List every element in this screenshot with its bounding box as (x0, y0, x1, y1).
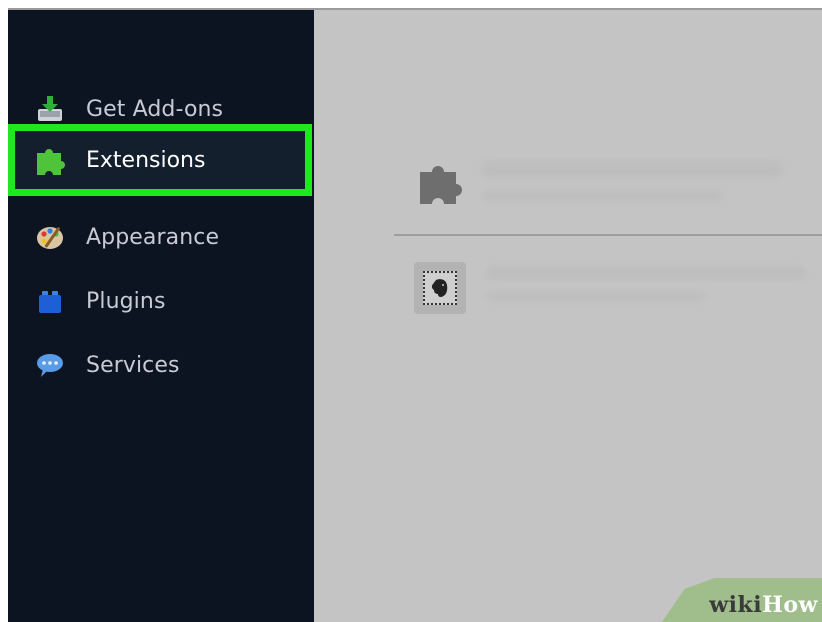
sidebar-item-extensions[interactable]: Extensions (32, 137, 205, 183)
sidebar-item-label: Get Add-ons (86, 96, 224, 122)
blurred-title (482, 160, 782, 178)
blurred-subtitle (482, 190, 722, 202)
paint-palette-icon (32, 219, 68, 255)
main-content (314, 10, 822, 622)
extension-item[interactable] (414, 262, 466, 314)
blurred-extension-desc (486, 292, 706, 302)
blurred-extension-name (486, 266, 806, 280)
divider (394, 234, 822, 236)
sidebar-item-label: Extensions (86, 147, 206, 173)
download-box-icon (32, 91, 68, 127)
watermark-text: wikiHow (709, 592, 818, 618)
speech-bubble-icon (32, 347, 68, 383)
sidebar-item-label: Appearance (86, 224, 220, 250)
lego-brick-icon (32, 283, 68, 319)
sidebar-item-label: Plugins (86, 288, 166, 314)
sidebar-item-appearance[interactable]: Appearance (32, 214, 219, 260)
puzzle-piece-icon (32, 142, 68, 178)
puzzle-piece-icon (414, 156, 466, 208)
screenshot-frame: Get Add-ons Extensions Appearance Plugin… (0, 0, 822, 622)
addons-manager-window: Get Add-ons Extensions Appearance Plugin… (8, 8, 822, 622)
sidebar-item-services[interactable]: Services (32, 342, 180, 388)
sidebar: Get Add-ons Extensions Appearance Plugin… (8, 10, 314, 622)
sidebar-item-label: Services (86, 352, 180, 378)
sidebar-item-plugins[interactable]: Plugins (32, 278, 166, 324)
evernote-elephant-icon (423, 271, 457, 305)
